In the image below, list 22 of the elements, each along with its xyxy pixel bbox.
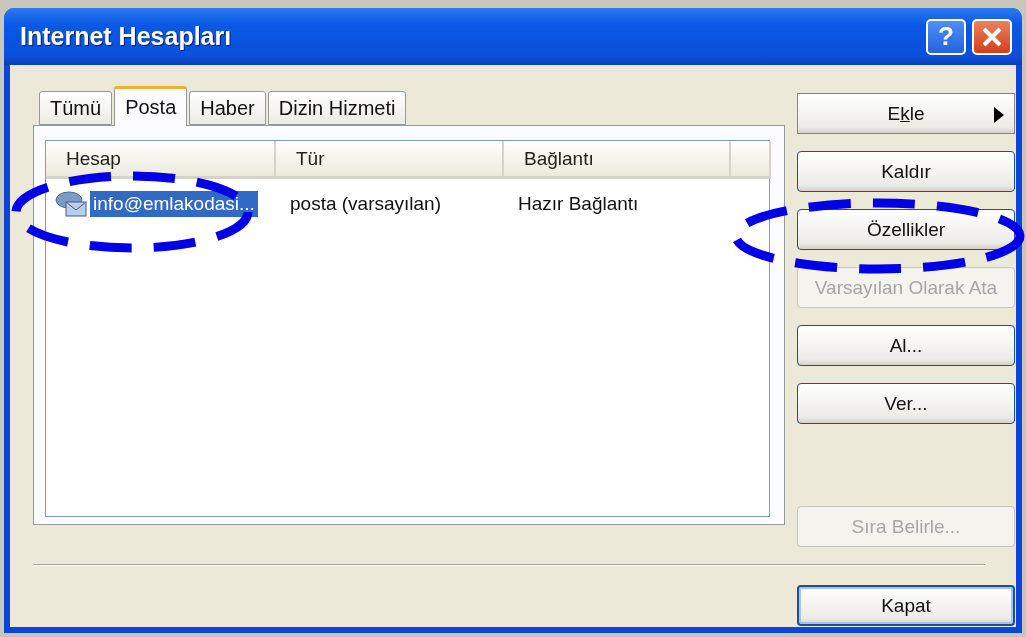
- tab[interactable]: Posta: [114, 86, 188, 126]
- close-dialog-button[interactable]: Kapat: [797, 585, 1015, 626]
- close-button[interactable]: [972, 18, 1012, 55]
- table-cell-text: posta (varsayılan): [289, 193, 442, 215]
- tab[interactable]: Dizin Hizmeti: [267, 91, 407, 125]
- menu-button[interactable]: Ekle: [797, 93, 1015, 134]
- button[interactable]: Özellikler: [797, 209, 1015, 250]
- column-header[interactable]: Hesap: [46, 141, 276, 179]
- close-icon: [981, 25, 1003, 48]
- mail-account-icon: [54, 189, 88, 219]
- button[interactable]: Al...: [797, 325, 1015, 366]
- tab[interactable]: Tümü: [39, 91, 113, 125]
- account-name[interactable]: info@emlakodasi...: [90, 191, 258, 217]
- button[interactable]: Kaldır: [797, 151, 1015, 192]
- table-cell-text: Hazır Bağlantı: [517, 193, 640, 215]
- column-header[interactable]: Tür: [276, 141, 504, 179]
- help-button[interactable]: ?: [926, 18, 966, 55]
- arrow-right-icon: [994, 107, 1004, 123]
- tab[interactable]: Haber: [189, 91, 266, 125]
- window-title: Internet Hesapları: [20, 22, 232, 51]
- button[interactable]: Ver...: [797, 383, 1015, 424]
- column-header[interactable]: Bağlantı: [504, 141, 731, 179]
